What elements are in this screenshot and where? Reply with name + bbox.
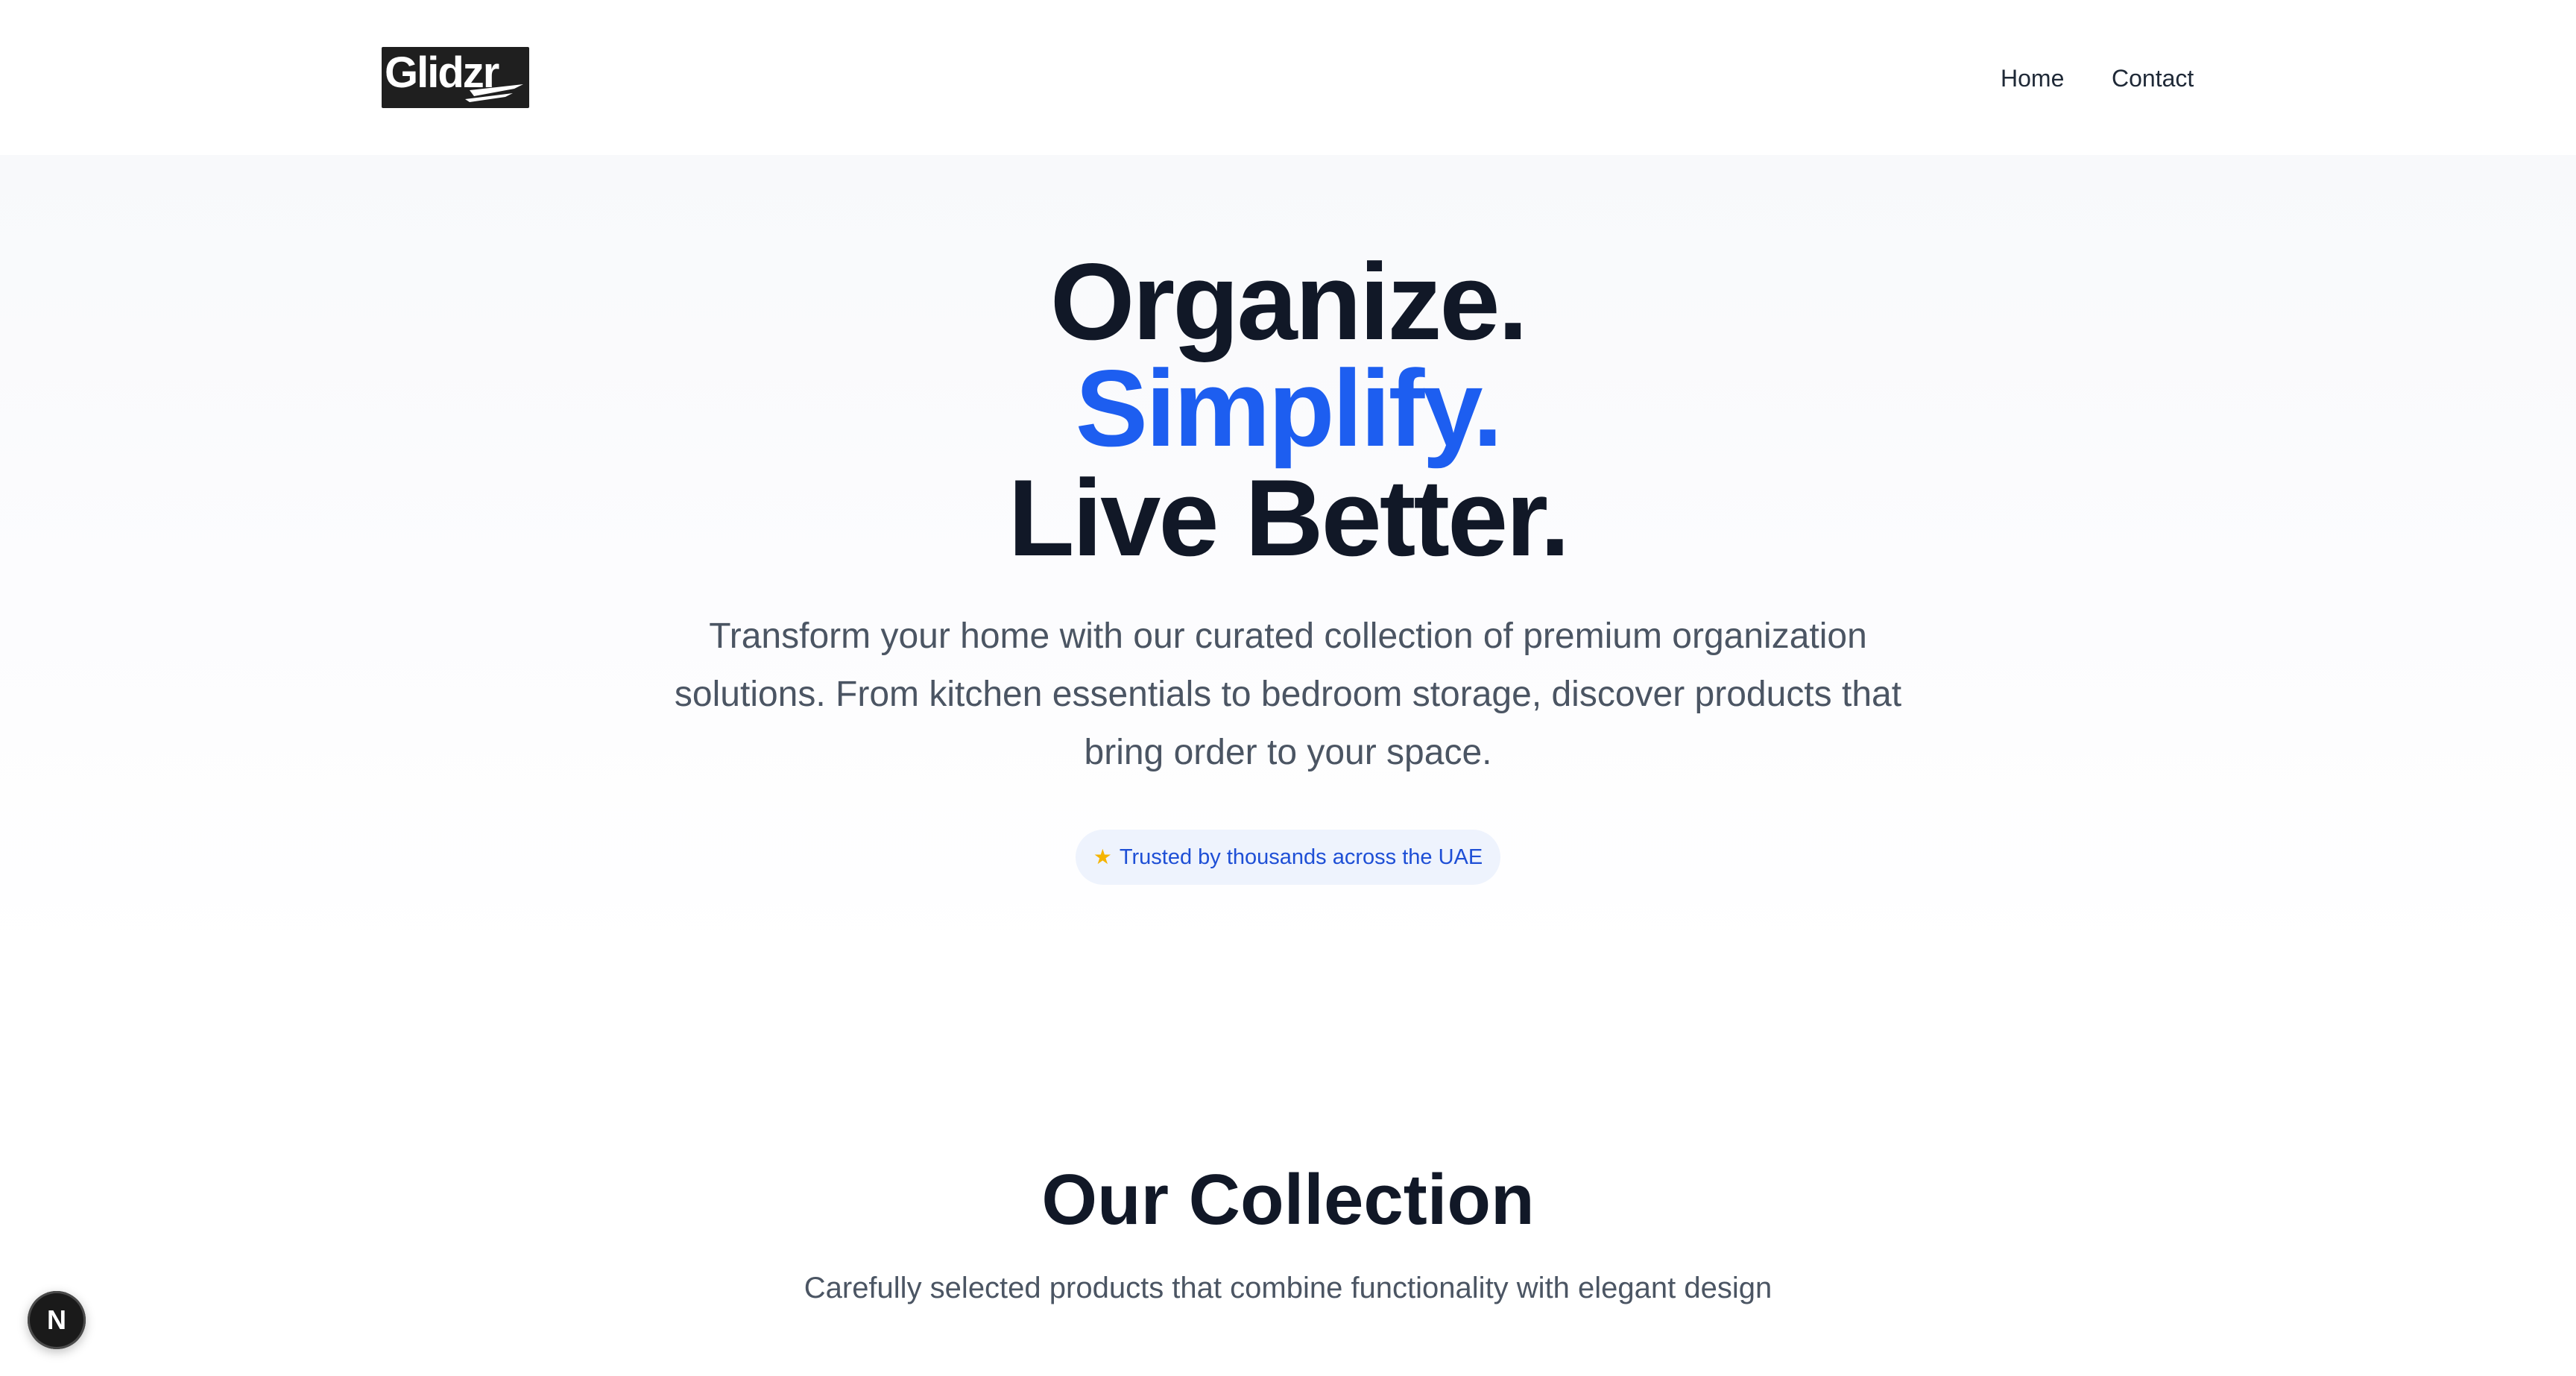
- page: Glidzr Home Contact Organize. Simplify. …: [0, 0, 2576, 1376]
- site-header: Glidzr Home Contact: [0, 0, 2576, 155]
- hero-headline-simplify: Simplify.: [1075, 347, 1503, 469]
- collection-subtitle: Carefully selected products that combine…: [804, 1272, 1772, 1304]
- hero-subtitle: Transform your home with our curated col…: [674, 616, 1902, 772]
- nav-home-link[interactable]: Home: [2001, 60, 2064, 97]
- logo[interactable]: Glidzr: [382, 47, 529, 108]
- nav-contact-link[interactable]: Contact: [2112, 60, 2194, 97]
- collection-title: Our Collection: [1041, 1160, 1535, 1240]
- nextjs-icon: N: [47, 1304, 66, 1335]
- logo-swoosh-icon: [465, 84, 523, 102]
- trust-badge: ★ Trusted by thousands across the UAE: [1076, 830, 1500, 885]
- nextjs-dev-indicator-button[interactable]: N: [28, 1291, 86, 1349]
- trust-badge-text: Trusted by thousands across the UAE: [1119, 845, 1483, 869]
- hero-headline-live-better: Live Better.: [1008, 457, 1570, 578]
- hero-section: Organize. Simplify. Live Better. Transfo…: [0, 155, 2576, 962]
- hero-headline-organize: Organize.: [1049, 241, 1528, 362]
- star-icon: ★: [1093, 845, 1112, 868]
